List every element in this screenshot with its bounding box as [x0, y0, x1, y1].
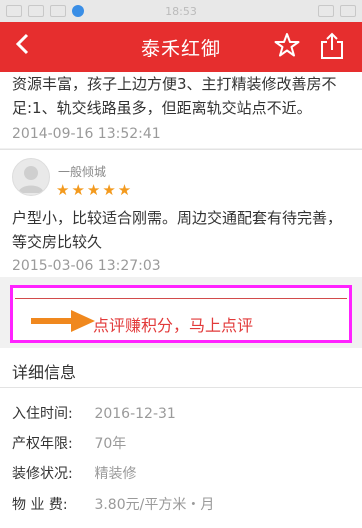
info-label: 装修状况: — [12, 466, 73, 482]
review-username: 一般倾城 — [58, 165, 107, 179]
divider — [0, 387, 362, 388]
info-value: 精装修 — [94, 466, 137, 482]
info-label: 物 业 费: — [12, 497, 68, 513]
info-row-decoration: 装修状况: 精装修 — [12, 463, 136, 483]
user-avatar-icon — [18, 166, 44, 193]
status-left-icons — [6, 5, 84, 17]
rating-stars-icon: ★★★★★ — [56, 181, 134, 199]
app-icon — [72, 5, 84, 17]
info-row-property-term: 产权年限: 70年 — [12, 433, 126, 453]
signal-2-icon — [28, 5, 44, 17]
info-value: 70年 — [94, 436, 127, 452]
details-title: 详细信息 — [12, 363, 77, 382]
status-bar: 18:53 — [0, 0, 362, 22]
review-card-1: 资源丰富，孩子上边方便3、主打精装修改善房不足:1、轨交线路虽多，但距离轨交站点… — [0, 72, 362, 148]
status-time: 18:53 — [165, 4, 197, 18]
image-icon — [50, 5, 66, 17]
review-card-2: 一般倾城 ★★★★★ 户型小，比较适合刚需。周边交通配套有待完善，等交房比较久 … — [0, 150, 362, 277]
info-label: 入住时间: — [12, 406, 73, 422]
cta-label: 点评赚积分，马上点评 — [93, 316, 254, 335]
app-header: 泰禾红御 — [0, 22, 362, 72]
review-text: 户型小，比较适合刚需。周边交通配套有待完善，等交房比较久 — [12, 209, 343, 251]
info-row-property-fee: 物 业 费: 3.80元/平方米・月 — [12, 494, 214, 514]
review-cta-button[interactable]: 点评赚积分，马上点评 — [10, 285, 352, 343]
info-row-move-in: 入住时间: 2016-12-31 — [12, 403, 176, 423]
review-time: 2014-09-16 13:52:41 — [12, 126, 161, 142]
battery-icon — [340, 5, 356, 17]
status-right-icons — [318, 5, 356, 17]
signal-icon — [6, 5, 22, 17]
avatar[interactable] — [12, 158, 50, 196]
info-value: 2016-12-31 — [94, 406, 176, 422]
cta-divider — [15, 298, 347, 299]
info-label: 产权年限: — [12, 436, 73, 452]
review-text: 资源丰富，孩子上边方便3、主打精装修改善房不足:1、轨交线路虽多，但距离轨交站点… — [12, 75, 337, 117]
review-time: 2015-03-06 13:27:03 — [12, 258, 161, 274]
share-icon[interactable] — [320, 32, 344, 60]
wifi-icon — [318, 5, 334, 17]
star-icon[interactable] — [274, 32, 300, 58]
info-value: 3.80元/平方米・月 — [94, 497, 215, 513]
page-title: 泰禾红御 — [140, 37, 221, 60]
arrow-right-icon — [31, 310, 95, 332]
